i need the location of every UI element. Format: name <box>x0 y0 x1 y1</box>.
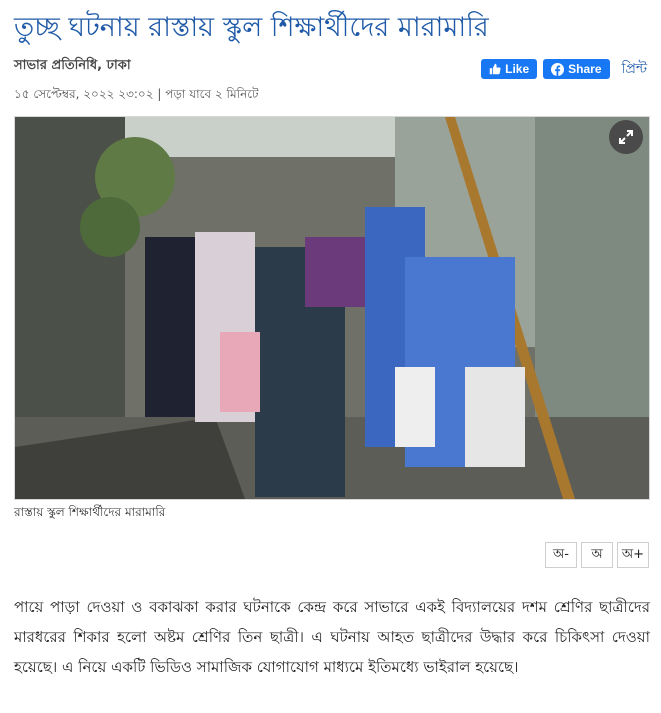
facebook-share-button[interactable]: Share <box>543 59 610 79</box>
article-headline: তুচ্ছ ঘটনায় রাস্তায় স্কুল শিক্ষার্থীদে… <box>14 12 489 43</box>
share-label: Share <box>568 62 602 76</box>
like-label: Like <box>505 62 530 76</box>
font-default-button[interactable]: অ <box>581 542 613 568</box>
image-caption: রাস্তায় স্কুল শিক্ষার্থীদের মারামারি <box>14 505 166 519</box>
font-increase-button[interactable]: অ+ <box>617 542 649 568</box>
social-share-bar: Like Share প্রিন্ট <box>481 57 647 81</box>
article-body: পায়ে পাড়া দেওয়া ও বকাঝকা করার ঘটনাকে … <box>14 598 650 676</box>
publish-date: ১৫ সেপ্টেম্বর, ২০২২ ২৩:০২ <box>14 87 154 101</box>
facebook-icon <box>551 62 565 76</box>
article-photo <box>15 117 649 499</box>
article-byline: সাভার প্রতিনিধি, ঢাকা <box>14 58 131 73</box>
meta-separator: | <box>153 87 166 101</box>
expand-arrows-icon <box>619 130 633 144</box>
font-size-controls: অ- অ অ+ <box>545 542 649 568</box>
article-meta: ১৫ সেপ্টেম্বর, ২০২২ ২৩:০২ | পড়া যাবে ২ … <box>14 86 259 106</box>
print-link[interactable]: প্রিন্ট <box>622 57 647 81</box>
thumbs-up-icon <box>489 63 501 75</box>
read-time: পড়া যাবে ২ মিনিটে <box>165 87 259 101</box>
expand-image-button[interactable] <box>609 120 643 154</box>
article-image-container <box>14 116 650 500</box>
font-decrease-button[interactable]: অ- <box>545 542 577 568</box>
facebook-like-button[interactable]: Like <box>481 59 538 79</box>
